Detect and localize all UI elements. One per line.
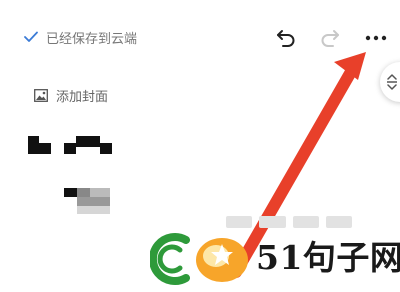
- brand-text: 51句子网: [256, 238, 400, 277]
- brand-logo: [150, 233, 248, 285]
- watermark-bar: [226, 216, 352, 228]
